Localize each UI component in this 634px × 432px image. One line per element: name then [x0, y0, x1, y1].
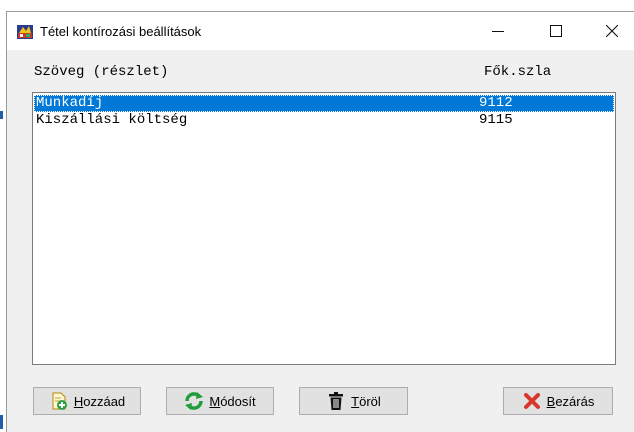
list-item-text: Munkadíj	[36, 95, 104, 111]
delete-button[interactable]: Töröl	[299, 387, 408, 415]
edit-button-mnemonic: M	[209, 393, 221, 409]
add-button[interactable]: Hozzáad	[33, 387, 141, 415]
close-icon	[606, 25, 618, 37]
add-button-label: ozzáad	[83, 393, 126, 409]
trash-icon	[329, 392, 344, 410]
list-item-text: Kiszállási költség	[36, 112, 188, 128]
list-item-account: 9112	[479, 95, 513, 111]
column-header-text[interactable]: Szöveg (részlet)	[34, 64, 168, 80]
edit-button[interactable]: Módosít	[166, 387, 274, 415]
app-icon	[17, 25, 33, 39]
delete-button-label: öröl	[359, 393, 381, 409]
delete-button-mnemonic: T	[351, 393, 360, 409]
window-title: Tétel kontírozási beállítások	[40, 24, 202, 39]
close-window-button[interactable]	[589, 12, 634, 50]
list-item-account: 9115	[479, 112, 513, 128]
close-button-label: ezárás	[555, 393, 595, 409]
maximize-icon	[550, 25, 562, 37]
list-item[interactable]: Kiszállási költség 9115	[34, 112, 614, 129]
list-item[interactable]: Munkadíj 9112	[34, 95, 614, 112]
minimize-icon	[492, 31, 504, 32]
settings-list[interactable]: Munkadíj 9112 Kiszállási költség 9115	[32, 92, 616, 365]
close-button[interactable]: Bezárás	[503, 387, 613, 415]
refresh-icon	[185, 392, 204, 410]
column-header-account[interactable]: Fők.szla	[484, 64, 551, 80]
dialog-window: Tétel kontírozási beállítások Szöveg (ré…	[6, 11, 634, 432]
background-fragment	[0, 111, 3, 119]
minimize-button[interactable]	[475, 12, 521, 50]
close-button-mnemonic: B	[546, 393, 556, 409]
add-button-mnemonic: H	[73, 393, 84, 409]
edit-button-label: ódosít	[220, 393, 256, 409]
title-bar[interactable]: Tétel kontírozási beállítások	[7, 12, 634, 50]
background-fragment	[0, 415, 3, 429]
maximize-button[interactable]	[533, 12, 579, 50]
add-document-icon	[52, 392, 67, 410]
red-x-icon	[523, 393, 540, 409]
